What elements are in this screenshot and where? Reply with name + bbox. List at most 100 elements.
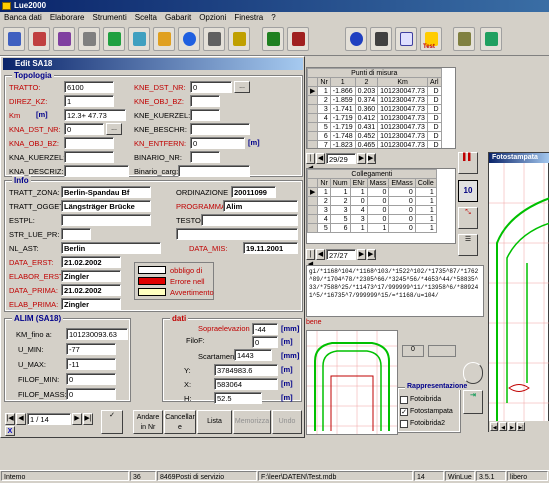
table-cell[interactable]: 2 xyxy=(317,196,331,206)
table-row[interactable]: 2 -1.859 0.374 101230047.73 D xyxy=(307,95,442,105)
kne-obj-bz-field[interactable] xyxy=(190,95,220,107)
andare-button[interactable]: Andare in Nr xyxy=(133,410,163,434)
testo-field-2[interactable] xyxy=(176,228,298,240)
gabarit-text-area[interactable]: gi/*1168^104/*1168^103/*1522^102/*1735^8… xyxy=(306,265,484,317)
lue-icon[interactable] xyxy=(178,27,200,51)
data-mis-field[interactable]: 19.11.2001 xyxy=(243,242,298,254)
table-cell[interactable]: -1.719 xyxy=(329,113,356,123)
table-row[interactable]: ▶ 1 -1.866 0.203 101230047.73 D xyxy=(307,86,442,96)
menu-elaborare[interactable]: Elaborare xyxy=(50,13,85,22)
column-header[interactable]: Arl xyxy=(426,77,442,87)
table-cell[interactable]: -1.748 xyxy=(329,131,356,141)
table-cell[interactable]: 1 xyxy=(414,214,437,224)
kn-entfern-field[interactable]: 0 xyxy=(190,137,245,149)
table-cell[interactable]: 1 xyxy=(329,187,351,197)
table-cell[interactable]: 2 xyxy=(317,95,331,105)
row-selector[interactable] xyxy=(307,223,319,233)
table-cell[interactable]: 101230047.73 xyxy=(377,131,428,141)
table-cell[interactable]: 7 xyxy=(317,140,331,148)
table-cell[interactable]: D xyxy=(426,113,442,123)
print-icon[interactable] xyxy=(28,27,50,51)
binario-nr-field[interactable] xyxy=(190,151,220,163)
table-cell[interactable]: 1 xyxy=(317,86,331,96)
colleg-first-button[interactable]: |◀ xyxy=(306,249,315,268)
table-cell[interactable]: 6 xyxy=(329,223,351,233)
table-row[interactable]: 7 -1.823 0.465 101230047.73 D xyxy=(307,140,442,148)
row-selector[interactable] xyxy=(307,113,319,123)
direz-field[interactable]: 1 xyxy=(64,95,114,107)
punti-prev-button[interactable]: ◀ xyxy=(316,153,325,164)
column-header[interactable]: 1 xyxy=(329,77,356,87)
punti-last-button[interactable]: ▶| xyxy=(367,153,376,164)
tratt-ogget-field[interactable]: Längsträger Brücke xyxy=(61,200,151,212)
foto-first-button[interactable]: |◀ xyxy=(490,422,498,431)
edit-icon[interactable] xyxy=(128,27,150,51)
column-header[interactable]: Km xyxy=(377,77,428,87)
hdd-icon[interactable] xyxy=(203,27,225,51)
table-cell[interactable]: 5 xyxy=(317,223,331,233)
toggle-10-icon[interactable]: 10 xyxy=(458,180,478,202)
column-header[interactable]: ENr xyxy=(349,178,368,188)
tools-icon[interactable] xyxy=(453,27,475,51)
row-selector[interactable]: ▶ xyxy=(307,86,319,96)
table-row[interactable]: ▶ 1 1 1 0 0 1 xyxy=(307,187,437,197)
row-selector[interactable] xyxy=(307,214,319,224)
table-row[interactable]: 334001 xyxy=(307,205,437,215)
km-field[interactable]: 12.3+ 47.73 xyxy=(64,109,126,121)
navigate-icon[interactable] xyxy=(345,27,367,51)
binario-carg-field[interactable] xyxy=(178,165,250,177)
kna-descriz-field[interactable] xyxy=(64,165,129,177)
table-cell[interactable]: 0.465 xyxy=(354,140,379,148)
kne-browse-button[interactable]: ... xyxy=(234,81,250,93)
menu-help[interactable]: ? xyxy=(271,13,275,22)
test-icon[interactable]: Test xyxy=(420,27,442,51)
track-icon[interactable]: ☰ xyxy=(458,234,478,256)
table-row[interactable]: 5 -1.719 0.431 101230047.73 D xyxy=(307,122,442,132)
kna-dst-nr-field[interactable]: 0 xyxy=(64,123,104,135)
ordinazione-field[interactable]: 20011099 xyxy=(231,186,276,198)
kna-browse-button[interactable]: ... xyxy=(106,123,122,135)
u-max-field[interactable]: -11 xyxy=(66,358,116,370)
table-cell[interactable]: D xyxy=(426,140,442,148)
column-header[interactable]: Mass xyxy=(366,178,390,188)
table-cell[interactable]: 0.431 xyxy=(354,122,379,132)
colleg-counter[interactable]: 27/27 xyxy=(326,249,356,260)
colleg-prev-button[interactable]: ◀ xyxy=(316,249,325,260)
estpl-field[interactable] xyxy=(61,214,151,226)
table-cell[interactable]: 0 xyxy=(366,205,390,215)
prev-record-button[interactable]: ◀ xyxy=(16,413,26,425)
row-selector[interactable] xyxy=(307,196,319,206)
elabor-erst-field[interactable]: Zingler xyxy=(61,270,121,282)
filof-field[interactable]: 0 xyxy=(252,336,278,348)
table-cell[interactable]: 101230047.73 xyxy=(377,122,428,132)
table-cell[interactable]: 101230047.73 xyxy=(377,113,428,123)
table-cell[interactable]: 1 xyxy=(349,223,368,233)
row-selector[interactable] xyxy=(307,122,319,132)
colleg-next-button[interactable]: ▶ xyxy=(357,249,366,260)
vehicle-icon[interactable] xyxy=(262,27,284,51)
foto-prev-button[interactable]: ◀ xyxy=(499,422,507,431)
table-row[interactable]: 220001 xyxy=(307,196,437,206)
disk-arrow-icon[interactable] xyxy=(463,362,483,384)
punti-next-button[interactable]: ▶ xyxy=(357,153,366,164)
table-cell[interactable]: 0 xyxy=(349,196,368,206)
memorizza-button[interactable]: Memorizza xyxy=(233,410,271,434)
undo-button[interactable]: Undo xyxy=(272,410,302,434)
menu-banca-dati[interactable]: Banca dati xyxy=(4,13,42,22)
table-cell[interactable]: 0 xyxy=(366,214,390,224)
table-cell[interactable]: -1.859 xyxy=(329,95,356,105)
column-header[interactable]: Nr xyxy=(317,178,331,188)
testo-field[interactable] xyxy=(201,214,298,226)
table-cell[interactable]: 0 xyxy=(366,196,390,206)
kne-beschr-field[interactable] xyxy=(190,123,250,135)
table-cell[interactable]: 0.412 xyxy=(354,113,379,123)
table-cell[interactable]: 1 xyxy=(349,187,368,197)
data-erst-field[interactable]: 21.02.2002 xyxy=(61,256,121,268)
scartamento-field[interactable]: 1443 xyxy=(234,349,272,361)
foto-next-button[interactable]: ▶ xyxy=(508,422,516,431)
menu-gabarit[interactable]: Gabarit xyxy=(165,13,191,22)
column-header[interactable]: Colle xyxy=(414,178,437,188)
column-header[interactable]: Nr xyxy=(317,77,331,87)
table-cell[interactable]: -1.866 xyxy=(329,86,356,96)
cancellare-button[interactable]: Cancellar e xyxy=(164,410,196,434)
